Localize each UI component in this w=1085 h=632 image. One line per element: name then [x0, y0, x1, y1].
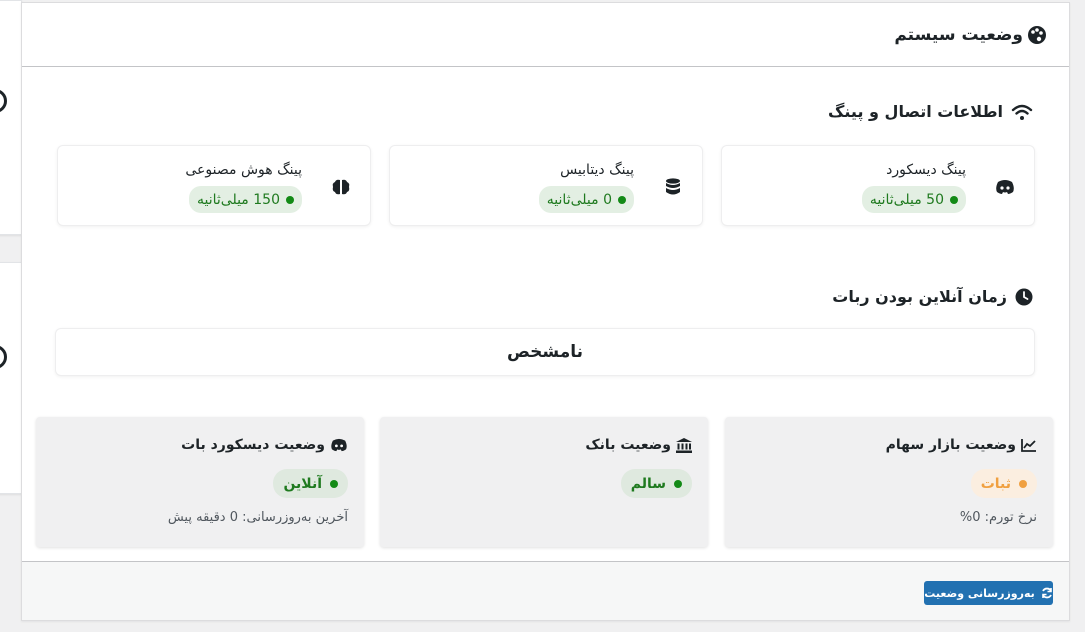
system-status-panel: وضعیت سیستم اطلاعات اتصال و پینگ پینگ دی… — [21, 2, 1070, 621]
status-badge: آنلاین — [273, 469, 348, 498]
wifi-icon — [1011, 103, 1033, 121]
refresh-status-button[interactable]: به‌روزرسانی وضعیت — [924, 581, 1053, 605]
ping-value-badge: 150 میلی‌ثانیه — [188, 186, 302, 213]
ping-label: پینگ دیتابیس — [560, 162, 634, 178]
background-ring — [0, 345, 7, 369]
status-dot — [1019, 479, 1027, 488]
status-card-bank: وضعیت بانک سالم — [380, 417, 708, 547]
last-update: آخرین به‌روزرسانی: 0 دقیقه پیش — [167, 510, 348, 525]
uptime-value: نامشخص — [55, 328, 1035, 376]
panel-footer: به‌روزرسانی وضعیت — [22, 561, 1069, 620]
ping-label: پینگ دیسکورد — [886, 162, 966, 178]
ping-card-ai: پینگ هوش مصنوعی 150 میلی‌ثانیه — [57, 145, 371, 226]
refresh-icon — [1041, 587, 1053, 599]
palette-icon — [1027, 25, 1047, 45]
discord-icon — [994, 176, 1016, 198]
clock-icon — [1015, 288, 1033, 306]
chart-line-icon — [1021, 438, 1037, 452]
status-badge: ثبات — [970, 469, 1037, 498]
status-card-title: وضعیت دیسکورد بات — [181, 437, 348, 453]
status-dot — [330, 479, 338, 488]
status-card-label: وضعیت دیسکورد بات — [181, 437, 325, 453]
background-card-2 — [0, 262, 22, 494]
status-card-title: وضعیت بانک — [585, 437, 692, 453]
inflation-rate: نرخ تورم: 0% — [959, 510, 1037, 525]
uptime-section-title: زمان آنلاین بودن ربات — [832, 287, 1033, 306]
refresh-label: به‌روزرسانی وضعیت — [924, 586, 1035, 600]
status-card-label: وضعیت بازار سهام — [885, 437, 1016, 453]
ping-value-badge: 0 میلی‌ثانیه — [538, 186, 634, 213]
status-dot — [618, 195, 626, 204]
ping-label: پینگ هوش مصنوعی — [185, 162, 302, 178]
ping-card-database: پینگ دیتابیس 0 میلی‌ثانیه — [389, 145, 703, 226]
discord-icon — [330, 438, 348, 452]
ping-value: 50 میلی‌ثانیه — [869, 191, 944, 208]
ping-section-label: اطلاعات اتصال و پینگ — [828, 102, 1003, 121]
ping-section-title: اطلاعات اتصال و پینگ — [828, 102, 1033, 121]
bank-icon — [676, 437, 692, 453]
status-card-stock-market: وضعیت بازار سهام ثبات نرخ تورم: 0% — [725, 417, 1053, 547]
panel-title: وضعیت سیستم — [894, 24, 1023, 45]
brain-icon — [330, 176, 352, 198]
uptime-section-label: زمان آنلاین بودن ربات — [832, 287, 1007, 306]
status-text: سالم — [630, 475, 666, 492]
ping-value: 0 میلی‌ثانیه — [546, 191, 612, 208]
status-badge: سالم — [620, 469, 692, 498]
panel-header: وضعیت سیستم — [22, 3, 1069, 67]
ping-value-badge: 50 میلی‌ثانیه — [861, 186, 966, 213]
status-card-title: وضعیت بازار سهام — [886, 437, 1037, 453]
status-dot — [950, 195, 958, 204]
ping-value: 150 میلی‌ثانیه — [196, 191, 280, 208]
status-dot — [286, 195, 294, 204]
background-ring — [0, 89, 7, 113]
status-card-label: وضعیت بانک — [585, 437, 671, 453]
database-icon — [662, 176, 684, 198]
status-dot — [674, 479, 682, 488]
status-text: ثبات — [980, 475, 1011, 492]
ping-card-discord: پینگ دیسکورد 50 میلی‌ثانیه — [721, 145, 1035, 226]
status-text: آنلاین — [283, 475, 322, 492]
status-card-discord-bot: وضعیت دیسکورد بات آنلاین آخرین به‌روزرسا… — [36, 417, 364, 547]
background-card-1 — [0, 0, 22, 235]
